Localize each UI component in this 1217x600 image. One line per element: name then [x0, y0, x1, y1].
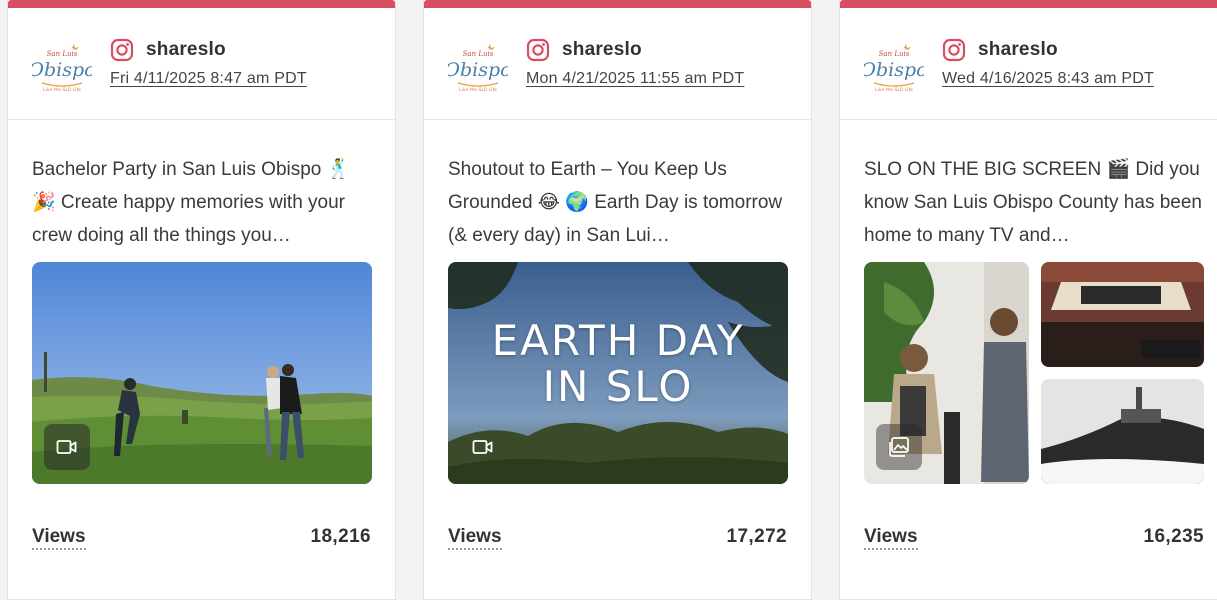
- video-camera-icon: [471, 435, 495, 459]
- instagram-icon: [110, 38, 134, 62]
- account-row: shareslo: [942, 38, 1154, 62]
- post-caption: SLO ON THE BIG SCREEN 🎬 Did you know San…: [864, 159, 1202, 246]
- post-meta: shareslo Fri 4/11/2025 8:47 am PDT: [110, 38, 307, 88]
- post-card[interactable]: shareslo Fri 4/11/2025 8:47 am PDT Bache…: [7, 0, 396, 600]
- post-media-golf[interactable]: [32, 262, 372, 484]
- post-date-link[interactable]: Mon 4/21/2025 11:55 am PDT: [526, 70, 744, 88]
- views-row: Views 18,216: [32, 526, 371, 550]
- card-accent-bar: [8, 0, 395, 8]
- post-meta: shareslo Mon 4/21/2025 11:55 am PDT: [526, 38, 744, 88]
- video-badge: [44, 424, 90, 470]
- post-media-earth-day[interactable]: EARTH DAY IN SLO: [448, 262, 788, 484]
- post-card[interactable]: shareslo Wed 4/16/2025 8:43 am PDT SLO O…: [839, 0, 1217, 600]
- post-card-list: shareslo Fri 4/11/2025 8:47 am PDT Bache…: [7, 0, 1217, 600]
- post-date-link[interactable]: Fri 4/11/2025 8:47 am PDT: [110, 70, 307, 88]
- gallery-badge: [876, 424, 922, 470]
- views-label[interactable]: Views: [448, 526, 502, 550]
- post-header: shareslo Fri 4/11/2025 8:47 am PDT: [8, 8, 395, 120]
- post-card[interactable]: shareslo Mon 4/21/2025 11:55 am PDT Shou…: [423, 0, 812, 600]
- media-overlay-text: EARTH DAY IN SLO: [491, 316, 745, 411]
- post-header: shareslo Wed 4/16/2025 8:43 am PDT: [840, 8, 1217, 120]
- post-caption: Bachelor Party in San Luis Obispo 🕺 🎉 Cr…: [32, 159, 351, 246]
- gallery-tile-theater: [1041, 262, 1204, 367]
- instagram-icon: [942, 38, 966, 62]
- account-row: shareslo: [110, 38, 307, 62]
- image-gallery-icon: [887, 435, 911, 459]
- gallery-tile-lighthouse: [1041, 379, 1204, 484]
- account-name: shareslo: [562, 39, 642, 60]
- video-camera-icon: [55, 435, 79, 459]
- post-meta: shareslo Wed 4/16/2025 8:43 am PDT: [942, 38, 1154, 88]
- card-accent-bar: [840, 0, 1217, 8]
- account-row: shareslo: [526, 38, 744, 62]
- post-header: shareslo Mon 4/21/2025 11:55 am PDT: [424, 8, 811, 120]
- card-accent-bar: [424, 0, 811, 8]
- san-luis-obispo-logo: [448, 39, 508, 99]
- post-date-link[interactable]: Wed 4/16/2025 8:43 am PDT: [942, 70, 1154, 88]
- views-row: Views 17,272: [448, 526, 787, 550]
- views-label[interactable]: Views: [32, 526, 86, 550]
- post-media-gallery[interactable]: [864, 262, 1204, 484]
- san-luis-obispo-logo: [32, 39, 92, 99]
- views-row: Views 16,235: [864, 526, 1204, 550]
- views-label[interactable]: Views: [864, 526, 918, 550]
- account-name: shareslo: [146, 39, 226, 60]
- account-name: shareslo: [978, 39, 1058, 60]
- instagram-icon: [526, 38, 550, 62]
- san-luis-obispo-logo: [864, 39, 924, 99]
- views-count: 16,235: [1143, 526, 1204, 547]
- views-count: 18,216: [310, 526, 371, 547]
- post-caption: Shoutout to Earth – You Keep Us Grounded…: [448, 159, 783, 246]
- views-count: 17,272: [726, 526, 787, 547]
- video-badge: [460, 424, 506, 470]
